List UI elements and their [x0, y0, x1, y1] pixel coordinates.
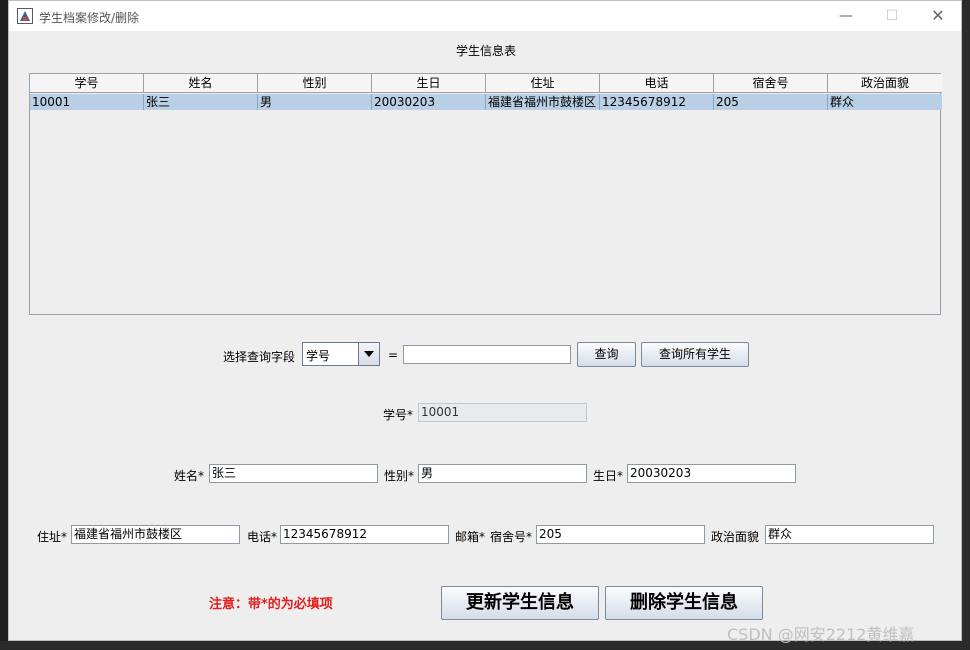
equals-sign: =: [388, 348, 399, 362]
desktop-background-right: [962, 0, 970, 650]
phone-field[interactable]: 12345678912: [280, 525, 449, 544]
column-header-address[interactable]: 住址: [486, 74, 600, 93]
gender-label: 性别*: [384, 469, 415, 483]
desktop-background-left: [0, 0, 8, 650]
column-header-birthday[interactable]: 生日: [372, 74, 486, 93]
query-field-label: 选择查询字段: [223, 350, 296, 364]
column-header-politics[interactable]: 政治面貌: [828, 74, 942, 93]
politics-label: 政治面貌: [711, 530, 760, 544]
query-all-button[interactable]: 查询所有学生: [641, 342, 749, 367]
name-label: 姓名*: [174, 469, 205, 483]
minimize-button[interactable]: —: [823, 1, 869, 31]
window-title: 学生档案修改/删除: [39, 11, 140, 25]
column-header-id[interactable]: 学号: [30, 74, 144, 93]
table-row[interactable]: 10001 张三 男 20030203 福建省福州市鼓楼区 1234567891…: [30, 94, 942, 110]
title-bar[interactable]: 学生档案修改/删除 — ☐ ✕: [9, 1, 961, 31]
query-field-value: 学号: [306, 349, 331, 363]
column-header-name[interactable]: 姓名: [144, 74, 258, 93]
csdn-watermark: CSDN @网安2212黄维嘉: [727, 625, 915, 644]
table-cell[interactable]: 福建省福州市鼓楼区: [486, 94, 600, 110]
table-cell[interactable]: 12345678912: [600, 94, 714, 110]
close-button[interactable]: ✕: [915, 1, 961, 31]
student-edit-window: 学生档案修改/删除 — ☐ ✕ 学生信息表 学号 姓名 性别 生日 住址 电话 …: [8, 0, 962, 641]
page-title: 学生信息表: [455, 44, 516, 58]
column-header-dorm[interactable]: 宿舍号: [714, 74, 828, 93]
delete-student-button[interactable]: 删除学生信息: [605, 586, 763, 620]
birthday-label: 生日*: [593, 469, 624, 483]
required-notice: 注意：带*的为必填项: [209, 597, 333, 612]
id-label: 学号*: [383, 408, 414, 422]
chevron-down-icon[interactable]: [358, 343, 379, 365]
politics-field[interactable]: 群众: [765, 525, 934, 544]
email-label: 邮箱*: [455, 530, 486, 544]
table-cell[interactable]: 10001: [30, 94, 144, 110]
address-field[interactable]: 福建省福州市鼓楼区: [71, 525, 240, 544]
name-field[interactable]: 张三: [209, 464, 378, 483]
phone-label: 电话*: [247, 530, 278, 544]
table-cell[interactable]: 群众: [828, 94, 942, 110]
java-app-icon: [17, 8, 33, 24]
column-header-gender[interactable]: 性别: [258, 74, 372, 93]
id-field: 10001: [418, 403, 587, 422]
update-student-button[interactable]: 更新学生信息: [441, 586, 599, 620]
maximize-button[interactable]: ☐: [869, 1, 915, 31]
query-field-select[interactable]: 学号: [302, 342, 380, 366]
student-table[interactable]: 学号 姓名 性别 生日 住址 电话 宿舍号 政治面貌 10001 张三 男 20…: [29, 73, 942, 315]
dorm-field[interactable]: 205: [536, 525, 705, 544]
table-cell[interactable]: 205: [714, 94, 828, 110]
dorm-label: 宿舍号*: [490, 530, 533, 544]
search-button[interactable]: 查询: [577, 342, 636, 367]
column-header-phone[interactable]: 电话: [600, 74, 714, 93]
birthday-field[interactable]: 20030203: [627, 464, 796, 483]
table-cell[interactable]: 男: [258, 94, 372, 110]
gender-field[interactable]: 男: [418, 464, 587, 483]
address-label: 住址*: [37, 530, 68, 544]
table-header: 学号 姓名 性别 生日 住址 电话 宿舍号 政治面貌: [30, 74, 942, 93]
table-cell[interactable]: 20030203: [372, 94, 486, 110]
table-cell[interactable]: 张三: [144, 94, 258, 110]
query-value-input[interactable]: [403, 345, 571, 364]
